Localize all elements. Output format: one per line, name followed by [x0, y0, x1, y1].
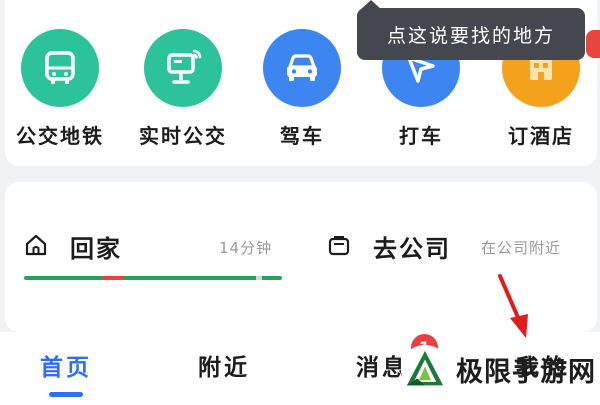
shortcut-label: 打车 — [399, 124, 443, 148]
shortcut-realtime-bus[interactable]: 实时公交 — [128, 29, 238, 149]
destination-home-eta: 14分钟 — [219, 239, 273, 257]
destination-home-title: 回家 — [70, 235, 122, 263]
traffic-unknown-segment — [256, 276, 262, 280]
bus-stop-sign-icon — [144, 29, 222, 107]
traffic-congestion-segment — [102, 276, 124, 280]
car-icon — [263, 29, 341, 107]
watermark-text: 极限手游网 — [456, 356, 596, 388]
screen: 公交地铁 实时公交 驾车 打车 订酒店 点这说要找的地方 回家 14分钟 去公司… — [0, 0, 600, 405]
red-edge-tab — [586, 30, 600, 58]
shortcut-label: 实时公交 — [139, 124, 227, 148]
annotation-arrow-icon — [498, 274, 528, 338]
watermark: 极限手游网 — [400, 338, 596, 400]
search-hint-tooltip: 点这说要找的地方 — [357, 8, 585, 60]
shortcut-label: 驾车 — [280, 124, 324, 148]
shortcut-drive[interactable]: 驾车 — [247, 29, 357, 149]
home-icon — [24, 233, 48, 261]
destination-home[interactable]: 回家 — [24, 229, 122, 264]
bus-icon — [21, 29, 99, 107]
destination-work-title: 去公司 — [373, 235, 451, 263]
shortcut-label: 订酒店 — [508, 124, 574, 148]
nav-tab-home[interactable]: 首页 — [40, 348, 92, 382]
shortcut-bus-metro[interactable]: 公交地铁 — [5, 29, 115, 149]
nav-tab-nearby[interactable]: 附近 — [198, 348, 250, 382]
destination-work[interactable]: 去公司 — [327, 229, 451, 264]
destination-work-status: 在公司附近 — [481, 239, 562, 257]
home-route-traffic-bar — [24, 276, 282, 280]
briefcase-icon — [327, 233, 351, 261]
nav-active-indicator — [49, 392, 83, 397]
watermark-logo-icon — [400, 344, 450, 394]
shortcut-label: 公交地铁 — [16, 124, 104, 148]
